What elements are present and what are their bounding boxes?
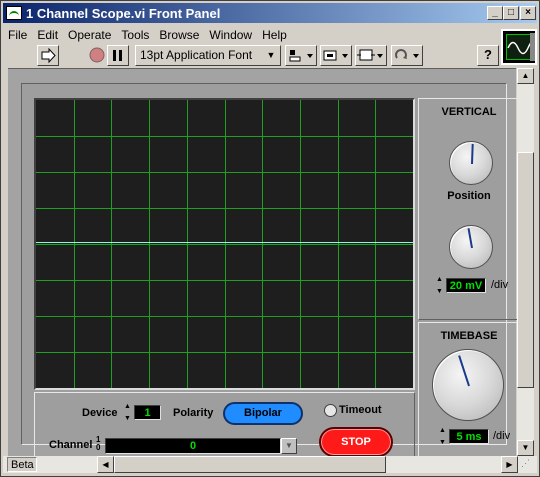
panel-frame: VERTICAL Position 20 mV /div TIMEBASE 5 [21, 83, 520, 460]
timeout-label: Timeout [339, 404, 382, 416]
acquisition-controls: Device 1 Polarity Bipolar Timeout Channe… [34, 392, 415, 460]
vi-icon[interactable] [501, 29, 537, 65]
timebase-section: TIMEBASE 5 ms /div [418, 322, 520, 460]
resize-objects-button[interactable] [355, 45, 387, 66]
labview-app-icon [6, 6, 22, 20]
timebase-knob[interactable] [432, 349, 504, 421]
vertical-scroll-thumb[interactable] [517, 152, 534, 388]
font-selector-value: 13pt Application Font [140, 48, 253, 62]
minimize-button[interactable]: _ [487, 6, 503, 20]
polarity-button[interactable]: Bipolar [223, 402, 303, 425]
resize-grip-icon[interactable]: ⋰ [521, 458, 535, 472]
channel-label: Channel [49, 439, 93, 451]
pause-button[interactable] [107, 45, 129, 66]
scroll-up-arrow-icon[interactable]: ▲ [517, 68, 534, 84]
scope-icon [506, 34, 534, 60]
device-increment-decrement[interactable] [124, 403, 132, 422]
beta-label: Beta [7, 457, 37, 472]
timebase-title: TIMEBASE [440, 330, 498, 342]
menu-edit[interactable]: Edit [32, 28, 63, 42]
run-arrow-icon [41, 47, 56, 64]
scroll-left-arrow-icon[interactable]: ◀ [97, 456, 114, 473]
horizontal-scrollbar[interactable]: Beta ◀ ▶ ⋰ [3, 456, 537, 473]
vertical-scrollbar[interactable]: ▲ ▼ [517, 68, 534, 456]
front-panel: VERTICAL Position 20 mV /div TIMEBASE 5 [8, 68, 520, 460]
distribute-objects-button[interactable] [320, 45, 352, 66]
timebase-increment-decrement[interactable] [439, 427, 447, 446]
abort-button[interactable] [87, 45, 107, 66]
reorder-button[interactable] [391, 45, 423, 66]
device-input[interactable]: 1 [134, 405, 161, 420]
font-selector[interactable]: 13pt Application Font ▼ [135, 45, 281, 66]
scroll-down-arrow-icon[interactable]: ▼ [517, 440, 534, 456]
menu-help[interactable]: Help [257, 28, 292, 42]
timeout-indicator [324, 404, 337, 417]
vertical-title: VERTICAL [441, 106, 497, 118]
front-panel-window: 1 Channel Scope.vi Front Panel _ □ × Fil… [0, 0, 540, 477]
volts-increment-decrement[interactable] [436, 276, 444, 295]
align-icon [289, 50, 313, 62]
volts-per-div-display[interactable]: 20 mV [446, 278, 486, 293]
chevron-down-icon: ▼ [266, 50, 276, 60]
menu-operate[interactable]: Operate [63, 28, 116, 42]
menu-bar: File Edit Operate Tools Browse Window He… [3, 25, 292, 44]
channel-fraction-icon: 10 [96, 435, 101, 452]
context-help-button[interactable]: ? [477, 45, 499, 66]
waveform-graph[interactable] [34, 98, 415, 390]
resize-icon [357, 49, 383, 61]
menu-window[interactable]: Window [204, 28, 257, 42]
horizontal-scroll-thumb[interactable] [114, 456, 386, 473]
menu-tools[interactable]: Tools [116, 28, 154, 42]
timebase-unit-label: /div [493, 430, 511, 442]
volts-per-div-knob[interactable] [449, 225, 493, 269]
pause-icon [113, 50, 122, 61]
position-knob[interactable] [449, 141, 493, 185]
toolbar: 13pt Application Font ▼ ? [3, 45, 499, 67]
volts-unit-label: /div [491, 279, 509, 291]
run-button[interactable] [37, 45, 59, 66]
polarity-label: Polarity [173, 407, 214, 419]
timebase-display[interactable]: 5 ms [449, 429, 489, 444]
reorder-icon [395, 49, 419, 59]
abort-icon [89, 47, 105, 63]
waveform-grid [36, 100, 413, 388]
volts-knob-needle [467, 228, 473, 249]
position-label: Position [447, 190, 491, 202]
distribute-icon [323, 50, 348, 61]
scroll-right-arrow-icon[interactable]: ▶ [501, 456, 518, 473]
channel-input[interactable]: 0 [105, 438, 281, 454]
channel-dropdown-button[interactable]: ▼ [281, 438, 297, 454]
timebase-knob-needle [458, 355, 470, 387]
menu-file[interactable]: File [3, 28, 32, 42]
device-label: Device [82, 407, 118, 419]
stop-button[interactable]: STOP [319, 427, 393, 457]
menu-browse[interactable]: Browse [154, 28, 204, 42]
title-bar[interactable]: 1 Channel Scope.vi Front Panel _ □ × [3, 3, 537, 23]
position-knob-needle [471, 143, 474, 165]
vi-icon-controls [530, 33, 535, 61]
vertical-section: VERTICAL Position 20 mV /div [418, 98, 520, 320]
window-title: 1 Channel Scope.vi Front Panel [26, 5, 221, 21]
align-objects-button[interactable] [285, 45, 317, 66]
maximize-button[interactable]: □ [503, 6, 519, 20]
close-button[interactable]: × [520, 6, 536, 20]
